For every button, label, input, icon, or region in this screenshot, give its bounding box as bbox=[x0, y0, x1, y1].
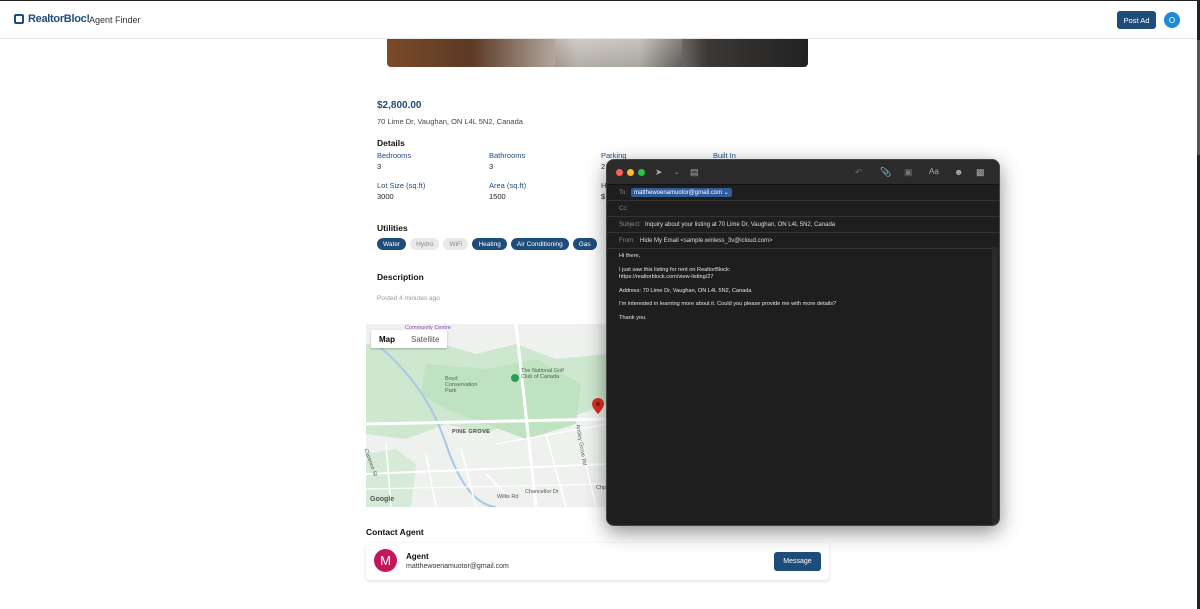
map-label-boyd-park: Boyd Conservation Park bbox=[445, 376, 478, 394]
location-pin-icon[interactable] bbox=[592, 398, 604, 419]
utilities-heading: Utilities bbox=[377, 223, 408, 233]
mail-subject-label: Subject: bbox=[619, 222, 641, 228]
map-label-pine-grove: PINE GROVE bbox=[452, 429, 491, 435]
golf-poi-icon bbox=[511, 369, 519, 387]
utility-pill-heating: Heating bbox=[472, 238, 507, 250]
mail-from-field[interactable]: Hide My Email <sample.winless_3v@icloud.… bbox=[640, 238, 772, 244]
window-close-button[interactable] bbox=[616, 169, 623, 176]
detail-label-bathrooms: Bathrooms bbox=[489, 151, 526, 160]
mail-from-label: From: bbox=[619, 238, 635, 244]
mail-subject-row[interactable]: Subject: Inquiry about your listing at 7… bbox=[607, 217, 999, 233]
mail-body-editor[interactable]: Hi there, I just saw this listing for re… bbox=[619, 253, 989, 328]
top-navigation-bar: RealtorBloc! Agent Finder Post Ad O bbox=[0, 0, 1200, 39]
photo-browser-icon[interactable]: ▩ bbox=[976, 167, 985, 178]
utility-pill-water: Water bbox=[377, 238, 407, 250]
mail-from-row[interactable]: From: Hide My Email <sample.winless_3v@i… bbox=[607, 233, 999, 249]
listing-price: $2,800.00 bbox=[377, 100, 422, 111]
utility-pill-gas: Gas bbox=[572, 238, 597, 250]
contact-agent-heading: Contact Agent bbox=[366, 527, 424, 537]
mail-cc-row[interactable]: Cc: bbox=[607, 201, 999, 217]
mail-body-address: Address: 70 Lime Dr, Vaughan, ON L4L 5N2… bbox=[619, 287, 752, 294]
agent-avatar: M bbox=[374, 549, 397, 572]
send-icon[interactable]: ➤ bbox=[655, 167, 663, 178]
post-ad-button[interactable]: Post Ad bbox=[1117, 11, 1156, 29]
undo-icon[interactable]: ↶ bbox=[855, 167, 863, 178]
mail-compose-window: ➤ ⌄ ▤ ↶ 📎 ▣ Aa ☻ ▩ To: matthewoenamuotor… bbox=[606, 159, 1000, 526]
utility-pill-air-conditioning: Air Conditioning bbox=[510, 238, 569, 250]
map-label-chancellor-dr: Chancellor Dr bbox=[525, 489, 559, 495]
agent-name: Agent bbox=[406, 552, 429, 561]
mail-to-row[interactable]: To: matthewoenamuotor@gmail.com ⌄ bbox=[607, 185, 999, 201]
map-graphics bbox=[366, 324, 608, 507]
emoji-icon[interactable]: ☻ bbox=[954, 167, 963, 177]
map-tab-satellite[interactable]: Satellite bbox=[403, 330, 447, 348]
details-heading: Details bbox=[377, 138, 405, 148]
mail-body-thanks: Thank you. bbox=[619, 314, 647, 321]
description-heading: Description bbox=[377, 272, 424, 282]
message-agent-button[interactable]: Message bbox=[774, 552, 821, 571]
map-type-toggle: Map Satellite bbox=[371, 330, 448, 348]
mail-body-scrollbar[interactable] bbox=[992, 247, 998, 525]
header-fields-icon[interactable]: ▤ bbox=[690, 167, 699, 178]
detail-value-partial: $ bbox=[601, 192, 606, 201]
send-options-chevron-icon[interactable]: ⌄ bbox=[674, 169, 679, 176]
utility-pill-wifi: WiFi bbox=[443, 238, 469, 250]
mail-body-intro-line: I just saw this listing for rent on Real… bbox=[619, 266, 731, 273]
location-map[interactable] bbox=[366, 324, 608, 507]
google-logo: Google bbox=[370, 496, 395, 503]
listing-photo bbox=[387, 39, 808, 67]
detail-value-bedrooms: 3 bbox=[377, 162, 382, 171]
detail-value-lot-size: 3000 bbox=[377, 192, 394, 201]
detail-value-area: 1500 bbox=[489, 192, 506, 201]
mail-to-recipient[interactable]: matthewoenamuotor@gmail.com ⌄ bbox=[631, 188, 732, 197]
mail-body-link: https://realtorblock.com/view-listing/27 bbox=[619, 274, 714, 280]
detail-label-lot-size: Lot Size (sq.ft) bbox=[377, 181, 426, 190]
mail-cc-label: Cc: bbox=[619, 206, 628, 212]
attachment-icon[interactable]: 📎 bbox=[880, 167, 891, 178]
include-attachment-icon[interactable]: ▣ bbox=[904, 167, 913, 178]
detail-value-parking: 2 bbox=[601, 162, 606, 171]
window-minimize-button[interactable] bbox=[627, 169, 634, 176]
agent-email: matthewoenamuotor@gmail.com bbox=[406, 563, 509, 570]
nav-agent-finder[interactable]: Agent Finder bbox=[89, 15, 141, 25]
map-label-chp: Chp bbox=[596, 485, 607, 491]
map-label-community-centre: Community Centre bbox=[405, 325, 451, 331]
utilities-list: Water Hydro WiFi Heating Air Conditionin… bbox=[377, 238, 597, 250]
logo-text: RealtorBloc! bbox=[28, 13, 90, 25]
mail-body-interest: I'm interested in learning more about it… bbox=[619, 301, 837, 307]
detail-label-bedrooms: Bedrooms bbox=[377, 151, 412, 160]
detail-value-bathrooms: 3 bbox=[489, 162, 494, 171]
mail-to-recipient-text: matthewoenamuotor@gmail.com bbox=[634, 189, 723, 196]
mail-toolbar: ➤ ⌄ ▤ ↶ 📎 ▣ Aa ☻ ▩ bbox=[607, 160, 999, 185]
user-avatar[interactable]: O bbox=[1164, 12, 1180, 28]
map-tab-map[interactable]: Map bbox=[371, 330, 403, 348]
logo-icon bbox=[14, 14, 24, 24]
window-zoom-button[interactable] bbox=[638, 169, 645, 176]
posted-timestamp: Posted 4 minutes ago bbox=[377, 295, 440, 302]
map-label-willis-rd: Willis Rd bbox=[497, 494, 519, 500]
map-label-golf-club: The National Golf Club of Canada bbox=[521, 368, 564, 380]
mail-body-intro: I just saw this listing for rent on Real… bbox=[619, 267, 989, 282]
mail-to-label: To: bbox=[619, 190, 628, 196]
utility-pill-hydro: Hydro bbox=[410, 238, 440, 250]
realtorbloc-logo[interactable]: RealtorBloc! bbox=[14, 13, 90, 25]
detail-label-area: Area (sq.ft) bbox=[489, 181, 527, 190]
contact-agent-card bbox=[366, 543, 829, 580]
format-text-icon[interactable]: Aa bbox=[929, 167, 939, 176]
listing-address: 70 Lime Dr, Vaughan, ON L4L 5N2, Canada bbox=[377, 117, 523, 126]
mail-body-greeting: Hi there, bbox=[619, 253, 641, 259]
mail-subject-field[interactable]: Inquiry about your listing at 70 Lime Dr… bbox=[645, 222, 835, 228]
